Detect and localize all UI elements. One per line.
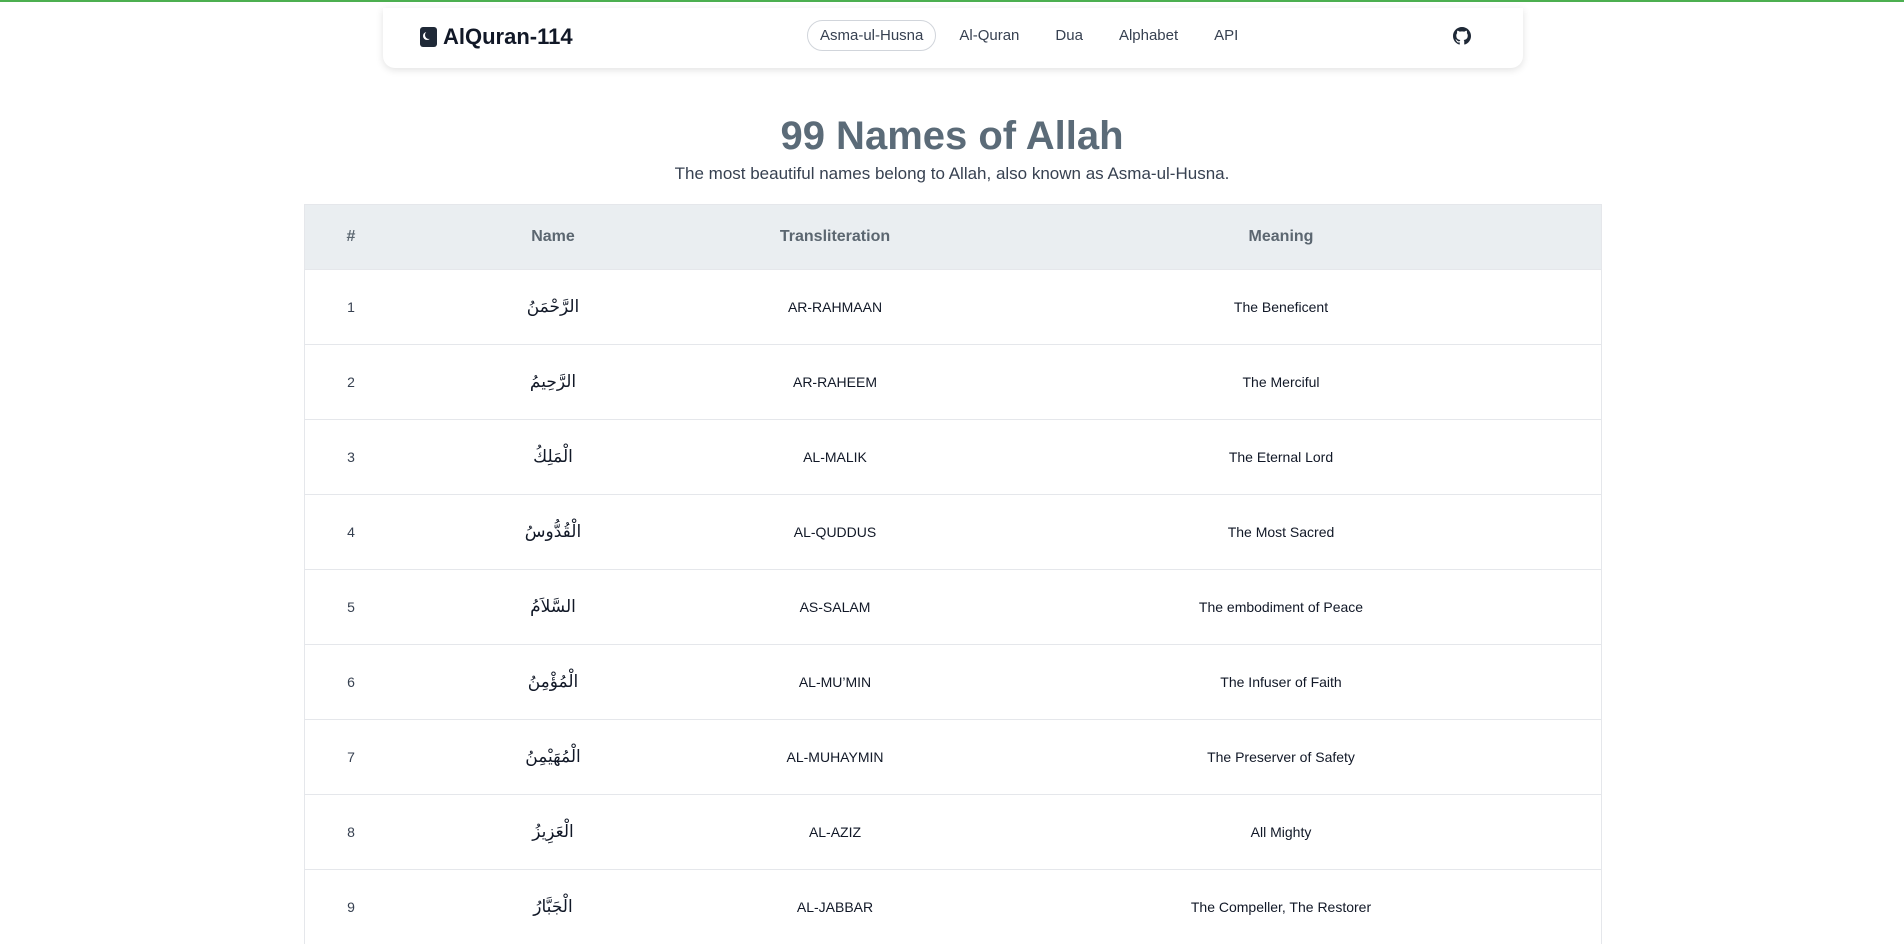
meaning: The Preserver of Safety (1207, 748, 1355, 765)
meaning: The Most Sacred (1227, 523, 1335, 540)
names-table-container: # Name Transliteration Meaning 1 الرَّحْ… (304, 204, 1602, 944)
arabic-name: الْجَبَّارُ (533, 896, 573, 917)
transliteration: AS-SALAM (799, 598, 871, 615)
column-header-transliteration: Transliteration (779, 227, 891, 245)
row-number: 6 (347, 673, 355, 690)
arabic-name: الْمُهَيْمِنُ (525, 746, 581, 767)
transliteration: AL-MU’MIN (798, 673, 872, 690)
table-row: 8 الْعَزِيزُ AL-AZIZ All Mighty (305, 794, 1601, 869)
arabic-name: الْعَزِيزُ (532, 821, 574, 842)
transliteration: AR-RAHEEM (792, 373, 877, 390)
meaning: The embodiment of Peace (1198, 598, 1364, 615)
transliteration: AL-MALIK (803, 448, 867, 465)
table-row: 1 الرَّحْمَنُ AR-RAHMAAN The Beneficent (305, 269, 1601, 344)
names-table: # Name Transliteration Meaning 1 الرَّحْ… (305, 205, 1601, 944)
meaning: The Beneficent (1233, 298, 1329, 315)
nav-link-api[interactable]: API (1201, 20, 1251, 51)
crescent-logo-icon (420, 27, 437, 47)
meaning: The Merciful (1242, 373, 1320, 390)
navbar: AlQuran-114 Asma-ul-Husna Al-Quran Dua A… (383, 8, 1523, 68)
nav-link-alphabet[interactable]: Alphabet (1106, 20, 1191, 51)
transliteration: AL-MUHAYMIN (786, 748, 884, 765)
nav-link-al-quran[interactable]: Al-Quran (946, 20, 1032, 51)
row-number: 2 (347, 373, 355, 390)
transliteration: AR-RAHMAAN (787, 298, 883, 315)
row-number: 1 (347, 298, 355, 315)
table-row: 6 الْمُؤْمِنُ AL-MU’MIN The Infuser of F… (305, 644, 1601, 719)
arabic-name: الْمُؤْمِنُ (527, 671, 579, 692)
arabic-name: السَّلاَمُ (530, 596, 576, 617)
arabic-name: الرَّحْمَنُ (526, 296, 580, 317)
table-header-row: # Name Transliteration Meaning (305, 205, 1601, 269)
row-number: 4 (347, 523, 355, 540)
arabic-name: الرَّحِيمُ (529, 371, 577, 392)
meaning: The Infuser of Faith (1220, 673, 1342, 690)
transliteration: AL-QUDDUS (793, 523, 877, 540)
column-header-number: # (346, 227, 356, 245)
page-title: 99 Names of Allah (780, 114, 1124, 158)
row-number: 3 (347, 448, 355, 465)
brand-link[interactable]: AlQuran-114 (420, 24, 573, 50)
transliteration: AL-AZIZ (808, 823, 862, 840)
meaning: The Compeller, The Restorer (1190, 898, 1372, 915)
row-number: 9 (347, 898, 355, 915)
nav-links: Asma-ul-Husna Al-Quran Dua Alphabet API (807, 20, 1251, 51)
page-subtitle: The most beautiful names belong to Allah… (674, 164, 1230, 183)
table-row: 2 الرَّحِيمُ AR-RAHEEM The Merciful (305, 344, 1601, 419)
arabic-name: الْمَلِكُ (533, 446, 573, 467)
brand-label: AlQuran-114 (443, 24, 573, 49)
row-number: 7 (347, 748, 355, 765)
transliteration: AL-JABBAR (796, 898, 874, 915)
table-row: 4 الْقُدُّوسُ AL-QUDDUS The Most Sacred (305, 494, 1601, 569)
table-row: 5 السَّلاَمُ AS-SALAM The embodiment of … (305, 569, 1601, 644)
table-row: 3 الْمَلِكُ AL-MALIK The Eternal Lord (305, 419, 1601, 494)
table-row: 9 الْجَبَّارُ AL-JABBAR The Compeller, T… (305, 869, 1601, 944)
row-number: 8 (347, 823, 355, 840)
github-icon[interactable] (1453, 27, 1471, 45)
table-row: 7 الْمُهَيْمِنُ AL-MUHAYMIN The Preserve… (305, 719, 1601, 794)
meaning: The Eternal Lord (1228, 448, 1334, 465)
meaning: All Mighty (1250, 823, 1312, 840)
top-accent-line (0, 0, 1904, 2)
nav-link-dua[interactable]: Dua (1042, 20, 1096, 51)
arabic-name: الْقُدُّوسُ (524, 521, 582, 542)
column-header-meaning: Meaning (1248, 227, 1314, 245)
row-number: 5 (347, 598, 355, 615)
nav-link-asma-ul-husna[interactable]: Asma-ul-Husna (807, 20, 937, 51)
column-header-name: Name (531, 227, 575, 245)
